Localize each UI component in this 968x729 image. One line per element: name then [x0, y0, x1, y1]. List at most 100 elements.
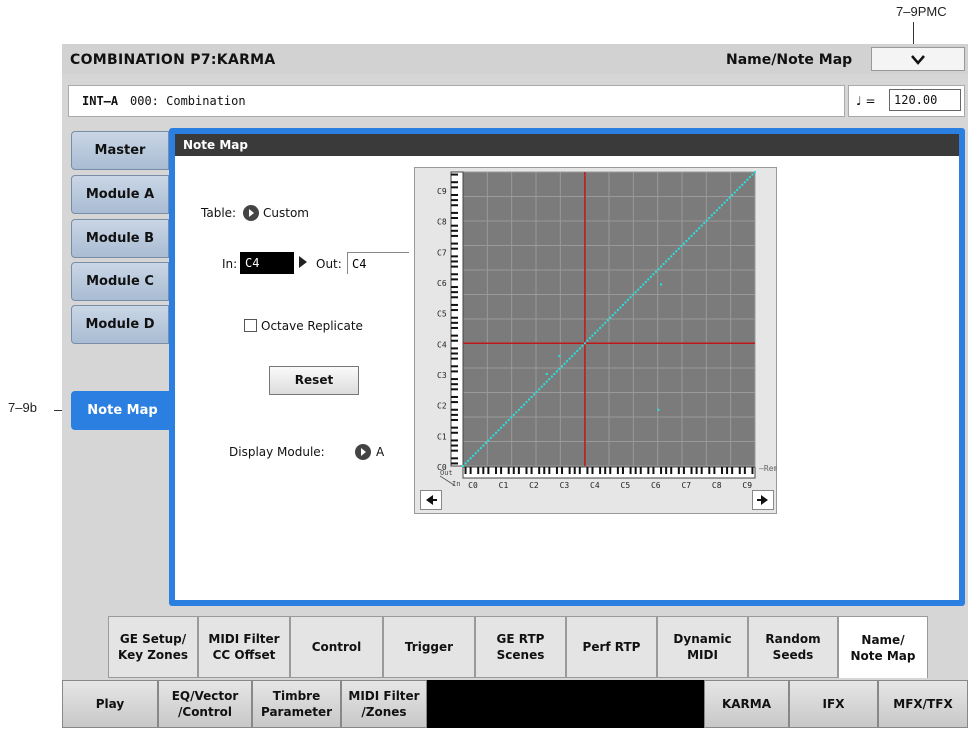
- mapping-point: [535, 390, 538, 393]
- keyboard-key: [731, 467, 734, 474]
- mapping-point: [616, 309, 619, 312]
- keyboard-key: [451, 462, 458, 465]
- mapping-point: [698, 227, 701, 230]
- keyboard-key: [665, 467, 668, 474]
- remove-label: –Remove: [759, 464, 777, 473]
- keyboard-key: [573, 467, 576, 474]
- mode-button-timbreparameter[interactable]: Timbre Parameter: [252, 680, 341, 728]
- mapping-point: [548, 378, 551, 381]
- mode-button-ifx[interactable]: IFX: [789, 680, 878, 728]
- mapping-point: [510, 416, 513, 419]
- mapping-point: [710, 214, 713, 217]
- keyboard-key: [652, 467, 655, 474]
- mode-button-label-line: EQ/Vector: [171, 689, 239, 703]
- mapping-point: [581, 344, 584, 347]
- keyboard-key: [451, 255, 458, 258]
- arrow-right-icon: [757, 495, 768, 505]
- tab-ge-setup-key-zones[interactable]: GE Setup/Key Zones: [108, 616, 198, 678]
- mode-button-eq-vector-control[interactable]: EQ/Vector/Control: [158, 680, 252, 728]
- mapping-point: [642, 283, 645, 286]
- tab-label-line: MIDI: [687, 648, 718, 662]
- keyboard-key: [700, 467, 703, 474]
- keyboard-key: [451, 357, 458, 360]
- tab-module-d[interactable]: Module D: [71, 305, 169, 344]
- tab-trigger[interactable]: Trigger: [383, 616, 475, 678]
- keyboard-key: [451, 383, 458, 386]
- table-value[interactable]: Custom: [263, 206, 309, 220]
- mapping-point: [632, 293, 635, 296]
- octave-replicate-label: Octave Replicate: [261, 319, 363, 333]
- mode-button-label-line: Parameter: [260, 705, 333, 719]
- mapping-point: [715, 209, 718, 212]
- mode-button-mfx-tfx[interactable]: MFX/TFX: [878, 680, 968, 728]
- bank-label: INT–A: [82, 94, 119, 108]
- mapping-point: [700, 224, 703, 227]
- mode-button-karma[interactable]: KARMA: [704, 680, 789, 728]
- keyboard-key: [548, 467, 551, 474]
- note-map-graph[interactable]: C9C8C7C6C5C4C3C2C1C0C0 C1 C2 C3 C4 C5 C6 C7 C8 C9…: [414, 167, 777, 492]
- mapping-point: [685, 240, 688, 243]
- combination-name[interactable]: 000: Combination: [130, 94, 246, 108]
- mode-button-label-line: Play: [95, 697, 125, 711]
- scroll-left-button[interactable]: [420, 490, 442, 510]
- mapping-point: [654, 270, 657, 273]
- keyboard-key: [670, 467, 673, 474]
- keyboard-key: [507, 467, 510, 474]
- mapping-point: [736, 188, 739, 191]
- keyboard-key: [451, 418, 458, 421]
- tab-label-line: Trigger: [404, 640, 454, 654]
- mode-button-label: MFX/TFX: [893, 696, 952, 712]
- tab-label: Dynamic MIDI: [673, 631, 731, 663]
- tab-module-b[interactable]: Module B: [71, 219, 169, 258]
- tempo-field[interactable]: 120.00: [889, 89, 961, 111]
- mapping-point: [469, 457, 472, 460]
- keyboard-key: [451, 273, 458, 276]
- reset-button[interactable]: Reset: [269, 366, 359, 395]
- tab-midi-filtercc-offset[interactable]: MIDI Filter CC Offset: [198, 616, 290, 678]
- mode-button-midi-filter-zones[interactable]: MIDI Filter/Zones: [341, 680, 427, 728]
- mapping-point: [720, 204, 723, 207]
- tab-dynamicmidi[interactable]: Dynamic MIDI: [657, 616, 748, 678]
- tab-label-line: Control: [311, 640, 362, 654]
- tab-randomseeds[interactable]: Random Seeds: [748, 616, 838, 678]
- mapping-point: [660, 265, 663, 268]
- tab-label: Trigger: [405, 639, 453, 655]
- tab-perf-rtp[interactable]: Perf RTP: [566, 616, 657, 678]
- mode-button-label: MIDI Filter/Zones: [348, 688, 419, 720]
- display-module-value[interactable]: A: [376, 445, 384, 459]
- keyboard-key: [660, 467, 663, 474]
- in-note-field[interactable]: C4: [240, 252, 294, 274]
- chevron-down-icon: [911, 55, 925, 65]
- popup-arrow-icon[interactable]: [243, 205, 259, 221]
- tab-master[interactable]: Master: [71, 131, 169, 170]
- mapping-point: [629, 296, 632, 299]
- mapping-point: [495, 431, 498, 434]
- scroll-right-button[interactable]: [752, 490, 774, 510]
- mapping-point: [586, 339, 589, 342]
- tab-label-line: GE RTP: [496, 632, 545, 646]
- octave-replicate-checkbox[interactable]: [244, 319, 257, 332]
- mode-button-label: KARMA: [722, 696, 771, 712]
- x-axis-label: C6: [651, 481, 661, 490]
- callout-note-map-tab: 7–9b: [8, 400, 37, 415]
- keyboard-key: [525, 467, 528, 474]
- keyboard-key: [451, 388, 458, 391]
- y-axis-label: C7: [437, 248, 447, 257]
- tab-name-note-map[interactable]: Name/Note Map: [838, 616, 928, 678]
- popup-arrow-icon[interactable]: [355, 444, 371, 460]
- mapping-point: [545, 372, 548, 375]
- tab-ge-rtpscenes[interactable]: GE RTP Scenes: [475, 616, 566, 678]
- x-axis-label: C8: [712, 481, 722, 490]
- mapping-point: [621, 303, 624, 306]
- tab-module-c[interactable]: Module C: [71, 262, 169, 301]
- mapping-point: [512, 413, 515, 416]
- out-note-field[interactable]: C4: [347, 252, 409, 274]
- keyboard-key: [451, 401, 458, 404]
- tab-note-map[interactable]: Note Map: [71, 391, 174, 430]
- page-menu-button[interactable]: [871, 47, 965, 71]
- tab-label: Perf RTP: [583, 639, 641, 655]
- mapping-point: [675, 250, 678, 253]
- tab-control[interactable]: Control: [290, 616, 383, 678]
- mode-button-play[interactable]: Play: [62, 680, 158, 728]
- tab-module-a[interactable]: Module A: [71, 175, 169, 214]
